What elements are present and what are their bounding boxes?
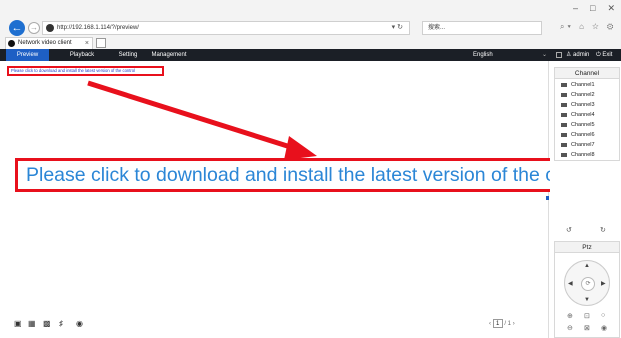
ptz-left-icon[interactable]: ◀ <box>568 280 573 287</box>
channel-label: Channel2 <box>571 92 595 98</box>
camera-icon <box>561 152 567 157</box>
bottom-toolbar: ▣ ▦ ▩ ♯ ◉ <box>0 316 549 330</box>
ptz-right-icon[interactable]: ▶ <box>601 280 606 287</box>
channel-label: Channel8 <box>571 152 595 158</box>
zoom-in-icon[interactable]: ⊕ <box>567 312 573 320</box>
download-control-link[interactable]: Please click to download and install the… <box>7 66 164 76</box>
zoom-out-icon[interactable]: ⊖ <box>567 324 573 332</box>
ptz-up-icon[interactable]: ▲ <box>584 263 590 269</box>
prev-page-button[interactable]: ‹ <box>489 321 491 327</box>
camera-icon <box>561 122 567 127</box>
exit-button[interactable]: ⏻ Exit <box>596 49 612 61</box>
preview-area <box>0 61 549 338</box>
address-bar[interactable]: http://192.168.1.114/?/preview/ ▾ ↻ <box>42 21 410 35</box>
page-total: / 1 <box>504 321 512 327</box>
window-controls: – □ ✕ <box>573 3 615 14</box>
camera-icon <box>561 102 567 107</box>
tab-playback[interactable]: Playback <box>62 49 102 61</box>
channel-label: Channel6 <box>571 132 595 138</box>
channel-label: Channel5 <box>571 122 595 128</box>
channel-label: Channel3 <box>571 102 595 108</box>
camera-icon <box>561 142 567 147</box>
user-label[interactable]: ♙ admin <box>566 49 589 61</box>
page-current[interactable]: 1 <box>492 319 503 328</box>
camera-icon <box>561 112 567 117</box>
language-select[interactable]: English ⌄ <box>470 50 550 60</box>
ptz-direction-pad[interactable]: ▲ ▼ ◀ ▶ ⟳ <box>564 260 610 306</box>
focus-far-icon[interactable]: ⊠ <box>584 324 590 332</box>
tab-close-icon[interactable]: × <box>85 38 89 49</box>
callout-text: Please click to download and install the… <box>26 164 604 186</box>
ptz-center-icon[interactable]: ⟳ <box>581 277 595 291</box>
tab-title: Network video client <box>18 40 72 46</box>
language-value: English <box>473 52 493 58</box>
forward-button[interactable]: → <box>28 22 40 34</box>
search-input[interactable]: 搜索... <box>422 21 542 35</box>
channel-panel-title: Channel <box>555 68 619 79</box>
layout-1-icon[interactable]: ▣ <box>14 319 22 328</box>
focus-icon[interactable]: ⊡ <box>584 312 590 320</box>
ptz-down-icon[interactable]: ▼ <box>584 297 590 303</box>
next-page-button[interactable]: › <box>513 321 515 327</box>
channel-item[interactable]: Channel4 <box>561 112 595 118</box>
iris-icon[interactable]: ○ <box>601 312 605 319</box>
record-icon[interactable]: ◉ <box>76 319 83 328</box>
channel-item[interactable]: Channel2 <box>561 92 595 98</box>
channel-label: Channel1 <box>571 82 595 88</box>
iris-close-icon[interactable]: ◉ <box>601 324 607 332</box>
fullscreen-icon[interactable]: ↺ <box>566 226 572 234</box>
channel-item[interactable]: Channel6 <box>561 132 595 138</box>
channel-label: Channel7 <box>571 142 595 148</box>
channel-item[interactable]: Channel3 <box>561 102 595 108</box>
ptz-panel: Ptz ▲ ▼ ◀ ▶ ⟳ ⊕ ⊡ ○ ⊖ ⊠ ◉ <box>554 241 620 338</box>
tab-setting[interactable]: Setting <box>108 49 148 61</box>
snapshot-icon[interactable]: ▩ <box>43 319 51 328</box>
audio-icon[interactable]: ♯ <box>59 319 63 328</box>
channel-item[interactable]: Channel7 <box>561 142 595 148</box>
refresh-icon[interactable]: ▾ ↻ <box>392 22 403 34</box>
grid-icon[interactable] <box>556 52 562 58</box>
channel-item[interactable]: Channel8 <box>561 152 595 158</box>
maximize-button[interactable]: □ <box>590 3 595 14</box>
scrollbar-thumb[interactable] <box>546 196 549 200</box>
app-nav-bar: Preview Playback Setting Management Engl… <box>0 49 621 61</box>
tab-management[interactable]: Management <box>144 49 194 61</box>
camera-icon <box>561 92 567 97</box>
view-controls: ↺ ↻ <box>554 226 620 238</box>
new-tab-button[interactable] <box>96 38 106 48</box>
channel-item[interactable]: Channel1 <box>561 82 595 88</box>
browser-toolbar-icons[interactable]: ⌕▾ ⌂ ☆ ⚙ ☺ <box>560 22 621 32</box>
channel-label: Channel4 <box>571 112 595 118</box>
camera-icon <box>561 132 567 137</box>
channel-item[interactable]: Channel5 <box>561 122 595 128</box>
browser-tab[interactable]: Network video client × <box>5 37 93 49</box>
close-window-button[interactable]: ✕ <box>607 3 615 14</box>
chevron-down-icon: ⌄ <box>541 52 547 58</box>
address-url: http://192.168.1.114/?/preview/ <box>57 25 139 31</box>
channel-panel: Channel Channel1 Channel2 Channel3 Chann… <box>554 67 620 161</box>
camera-icon <box>561 82 567 87</box>
pagination: ‹ 1 / 1 › <box>489 319 515 328</box>
back-button[interactable]: ← <box>9 20 25 36</box>
ptz-panel-title: Ptz <box>555 242 619 253</box>
layout-4-icon[interactable]: ▦ <box>28 319 36 328</box>
tab-preview[interactable]: Preview <box>6 49 49 61</box>
minimize-button[interactable]: – <box>573 3 578 14</box>
annotation-callout: Please click to download and install the… <box>15 158 616 192</box>
site-icon <box>46 24 54 32</box>
browser-chrome: – □ ✕ ← → http://192.168.1.114/?/preview… <box>0 0 621 49</box>
zoom-icon[interactable]: ↻ <box>600 226 606 234</box>
tab-favicon-icon <box>8 40 15 47</box>
